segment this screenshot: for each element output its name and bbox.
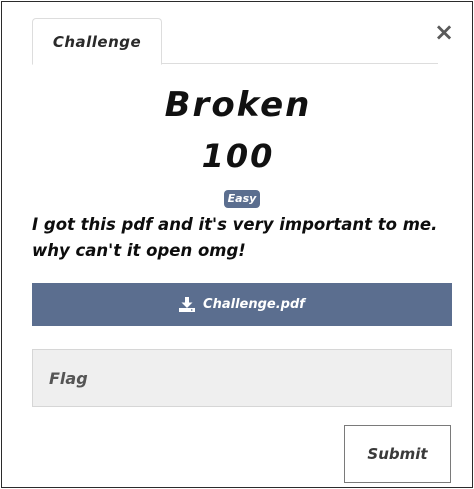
difficulty-badge: Easy: [224, 190, 260, 208]
description-line-2: why can't it open omg!: [32, 241, 246, 260]
flag-input[interactable]: [49, 350, 451, 406]
challenge-value: 100: [201, 137, 275, 175]
download-file-button[interactable]: Challenge.pdf: [32, 283, 452, 326]
download-icon: [179, 297, 196, 312]
close-icon[interactable]: ×: [433, 19, 455, 45]
challenge-title: Broken: [164, 85, 312, 125]
tab-challenge[interactable]: Challenge: [32, 18, 162, 65]
challenge-description: I got this pdf and it's very important t…: [32, 212, 452, 264]
submit-button[interactable]: Submit: [344, 425, 451, 483]
flag-field-container: [32, 349, 452, 407]
description-line-1: I got this pdf and it's very important t…: [32, 215, 438, 234]
challenge-modal: Challenge × Broken 100 Easy I got this p…: [1, 1, 473, 488]
download-file-label: Challenge.pdf: [203, 297, 305, 312]
